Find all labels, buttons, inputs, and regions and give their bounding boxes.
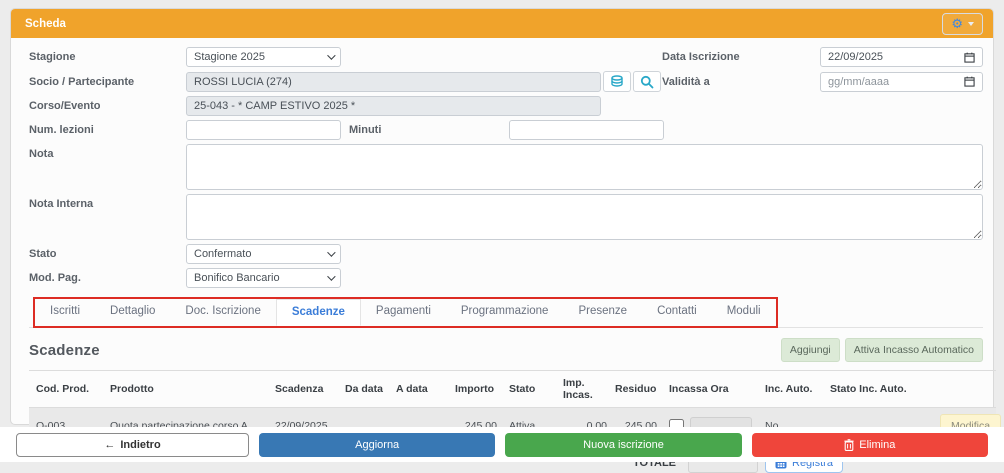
- row-corso: Corso/Evento 25-043 - * CAMP ESTIVO 2025…: [29, 96, 983, 116]
- stato-selected-value: Confermato: [194, 248, 251, 260]
- col-inc-auto: Inc. Auto.: [761, 371, 826, 408]
- row-socio: Socio / Partecipante ROSSI LUCIA (274) V…: [29, 71, 983, 92]
- tab-scadenze[interactable]: Scadenze: [276, 299, 361, 326]
- data-iscrizione-value: 22/09/2025: [828, 51, 883, 63]
- calendar-icon[interactable]: [964, 52, 975, 63]
- socio-field: ROSSI LUCIA (274): [186, 72, 601, 92]
- page-title: Scheda: [25, 18, 66, 30]
- col-stato-inc-auto: Stato Inc. Auto.: [826, 371, 936, 408]
- validita-label: Validità a: [662, 76, 820, 88]
- calendar-icon[interactable]: [964, 76, 975, 87]
- nuova-iscrizione-button[interactable]: Nuova iscrizione: [505, 433, 741, 457]
- arrow-left-icon: ←: [104, 439, 115, 451]
- settings-dropdown-button[interactable]: ⚙: [942, 13, 983, 35]
- tab-bar: Iscritti Dettaglio Doc. Iscrizione Scade…: [29, 297, 983, 328]
- elimina-label: Elimina: [859, 439, 895, 451]
- row-num-lezioni: Num. lezioni Minuti: [29, 120, 983, 140]
- tab-dettaglio[interactable]: Dettaglio: [95, 299, 170, 326]
- col-scadenza: Scadenza: [271, 371, 341, 408]
- mod-pag-select[interactable]: Bonifico Bancario: [186, 268, 341, 288]
- nota-textarea[interactable]: [186, 144, 983, 190]
- validita-input[interactable]: gg/mm/aaaa: [820, 72, 983, 92]
- form-body: Stagione Stagione 2025 Data Iscrizione 2…: [11, 38, 993, 473]
- tab-moduli[interactable]: Moduli: [712, 299, 776, 326]
- col-stato: Stato: [501, 371, 559, 408]
- socio-search-button[interactable]: [633, 71, 661, 92]
- col-incassa-ora: Incassa Ora: [661, 371, 761, 408]
- scadenze-section-header: Scadenze Aggiungi Attiva Incasso Automat…: [29, 328, 983, 370]
- minuti-label: Minuti: [349, 124, 509, 136]
- data-iscrizione-input[interactable]: 22/09/2025: [820, 47, 983, 67]
- corso-label: Corso/Evento: [29, 100, 186, 112]
- corso-field: 25-043 - * CAMP ESTIVO 2025 *: [186, 96, 601, 116]
- num-lezioni-input[interactable]: [186, 120, 341, 140]
- col-da-data: Da data: [341, 371, 392, 408]
- tab-iscritti[interactable]: Iscritti: [35, 299, 95, 326]
- socio-payments-button[interactable]: [603, 71, 631, 92]
- aggiungi-button[interactable]: Aggiungi: [781, 338, 840, 362]
- stagione-label: Stagione: [29, 51, 186, 63]
- num-lezioni-label: Num. lezioni: [29, 124, 186, 136]
- chevron-down-icon: [327, 272, 335, 280]
- row-mod-pag: Mod. Pag. Bonifico Bancario: [29, 268, 983, 288]
- indietro-button[interactable]: ← Indietro: [16, 433, 249, 457]
- indietro-label: Indietro: [120, 439, 160, 451]
- stato-label: Stato: [29, 248, 186, 260]
- red-annotation-box: Iscritti Dettaglio Doc. Iscrizione Scade…: [33, 297, 778, 328]
- tab-contatti[interactable]: Contatti: [642, 299, 712, 326]
- trash-icon: [844, 439, 854, 451]
- scadenze-actions: Aggiungi Attiva Incasso Automatico: [781, 338, 983, 362]
- col-prodotto: Prodotto: [106, 371, 271, 408]
- stagione-selected-value: Stagione 2025: [194, 51, 265, 63]
- col-imp-incas: Imp. Incas.: [559, 371, 611, 408]
- search-icon: [640, 75, 654, 89]
- col-residuo: Residuo: [611, 371, 661, 408]
- data-iscrizione-label: Data Iscrizione: [662, 51, 820, 63]
- mod-pag-selected-value: Bonifico Bancario: [194, 272, 280, 284]
- stagione-select[interactable]: Stagione 2025: [186, 47, 341, 67]
- table-header-row: Cod. Prod. Prodotto Scadenza Da data A d…: [29, 371, 996, 408]
- attiva-incasso-automatico-button[interactable]: Attiva Incasso Automatico: [845, 338, 983, 362]
- row-nota: Nota: [29, 144, 983, 190]
- nota-label: Nota: [29, 144, 186, 160]
- chevron-down-icon: [327, 248, 335, 256]
- col-importo: Importo: [451, 371, 501, 408]
- coins-stack-icon: [610, 75, 624, 88]
- tab-doc-iscrizione[interactable]: Doc. Iscrizione: [170, 299, 275, 326]
- chevron-down-icon: [968, 22, 974, 26]
- nuova-iscrizione-label: Nuova iscrizione: [583, 439, 664, 451]
- aggiorna-label: Aggiorna: [355, 439, 399, 451]
- validita-placeholder: gg/mm/aaaa: [828, 76, 889, 88]
- socio-label: Socio / Partecipante: [29, 76, 186, 88]
- tab-pagamenti[interactable]: Pagamenti: [361, 299, 446, 326]
- scadenze-title: Scadenze: [29, 342, 100, 359]
- card-header: Scheda ⚙: [11, 9, 993, 38]
- chevron-down-icon: [327, 51, 335, 59]
- gear-icon: ⚙: [951, 17, 963, 30]
- footer-button-bar: ← Indietro Aggiorna Nuova iscrizione Eli…: [0, 427, 1004, 462]
- scheda-card: Scheda ⚙ Stagione Stagione 2025 Data Isc…: [10, 8, 994, 425]
- tab-presenze[interactable]: Presenze: [563, 299, 642, 326]
- col-cod-prod: Cod. Prod.: [29, 371, 106, 408]
- nota-interna-label: Nota Interna: [29, 194, 186, 210]
- row-stagione: Stagione Stagione 2025 Data Iscrizione 2…: [29, 47, 983, 67]
- col-actions: [936, 371, 996, 408]
- col-a-data: A data: [392, 371, 451, 408]
- row-nota-interna: Nota Interna: [29, 194, 983, 240]
- tab-programmazione[interactable]: Programmazione: [446, 299, 564, 326]
- nota-interna-textarea[interactable]: [186, 194, 983, 240]
- elimina-button[interactable]: Elimina: [752, 433, 988, 457]
- stato-select[interactable]: Confermato: [186, 244, 341, 264]
- aggiorna-button[interactable]: Aggiorna: [259, 433, 495, 457]
- minuti-input[interactable]: [509, 120, 664, 140]
- row-stato: Stato Confermato: [29, 244, 983, 264]
- mod-pag-label: Mod. Pag.: [29, 272, 186, 284]
